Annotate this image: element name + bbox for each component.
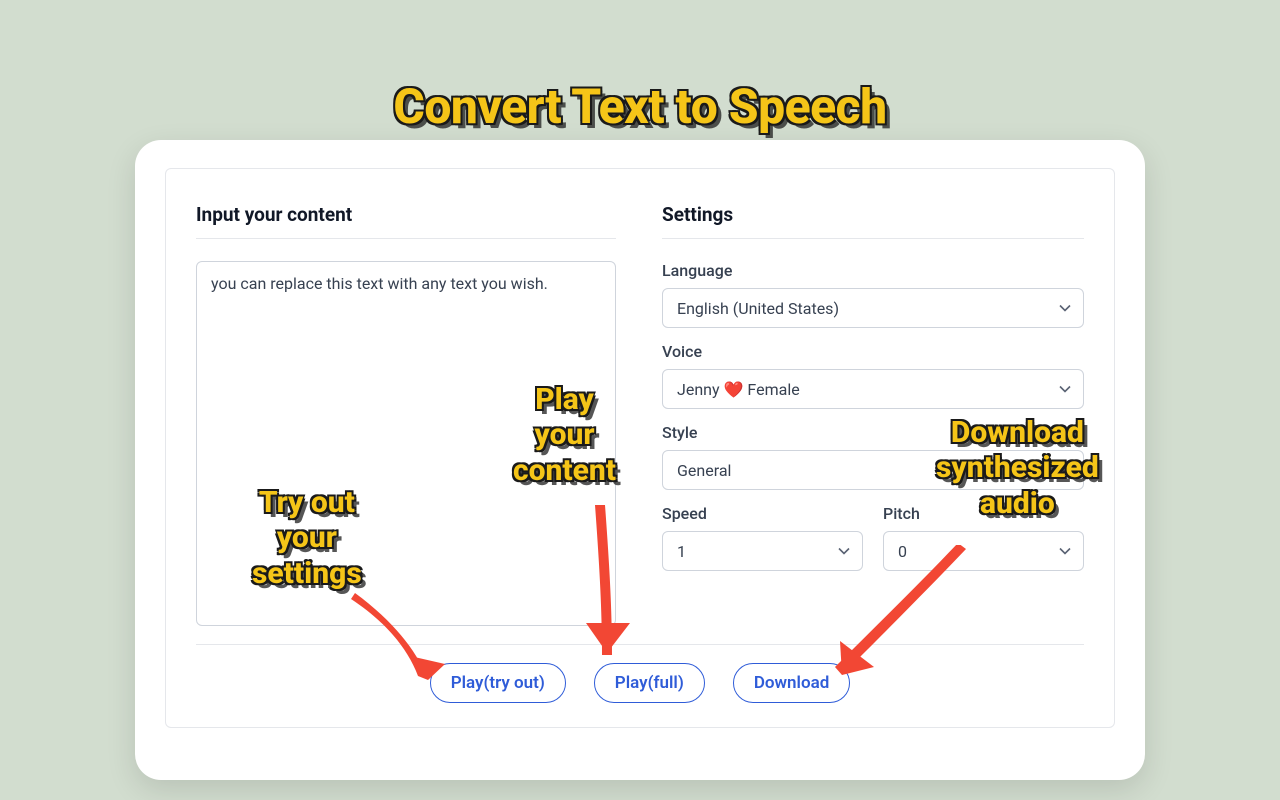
annotation-download-audio: Download synthesized audio (936, 415, 1099, 521)
annotation-play-content: Play your content (513, 382, 616, 488)
arrow-try-out-icon (340, 590, 480, 710)
arrow-download-icon (812, 545, 982, 705)
voice-label: Voice (662, 342, 1084, 361)
annotation-try-out: Try out your settings (252, 485, 362, 591)
page-title-annotation: Convert Text to Speech (393, 78, 886, 135)
speed-label: Speed (662, 504, 863, 523)
settings-heading: Settings (662, 203, 1084, 239)
language-select[interactable]: English (United States) (662, 288, 1084, 328)
arrow-play-full-icon (572, 505, 652, 685)
voice-select[interactable]: Jenny ❤️ Female (662, 369, 1084, 409)
input-heading: Input your content (196, 203, 616, 239)
language-label: Language (662, 261, 1084, 280)
